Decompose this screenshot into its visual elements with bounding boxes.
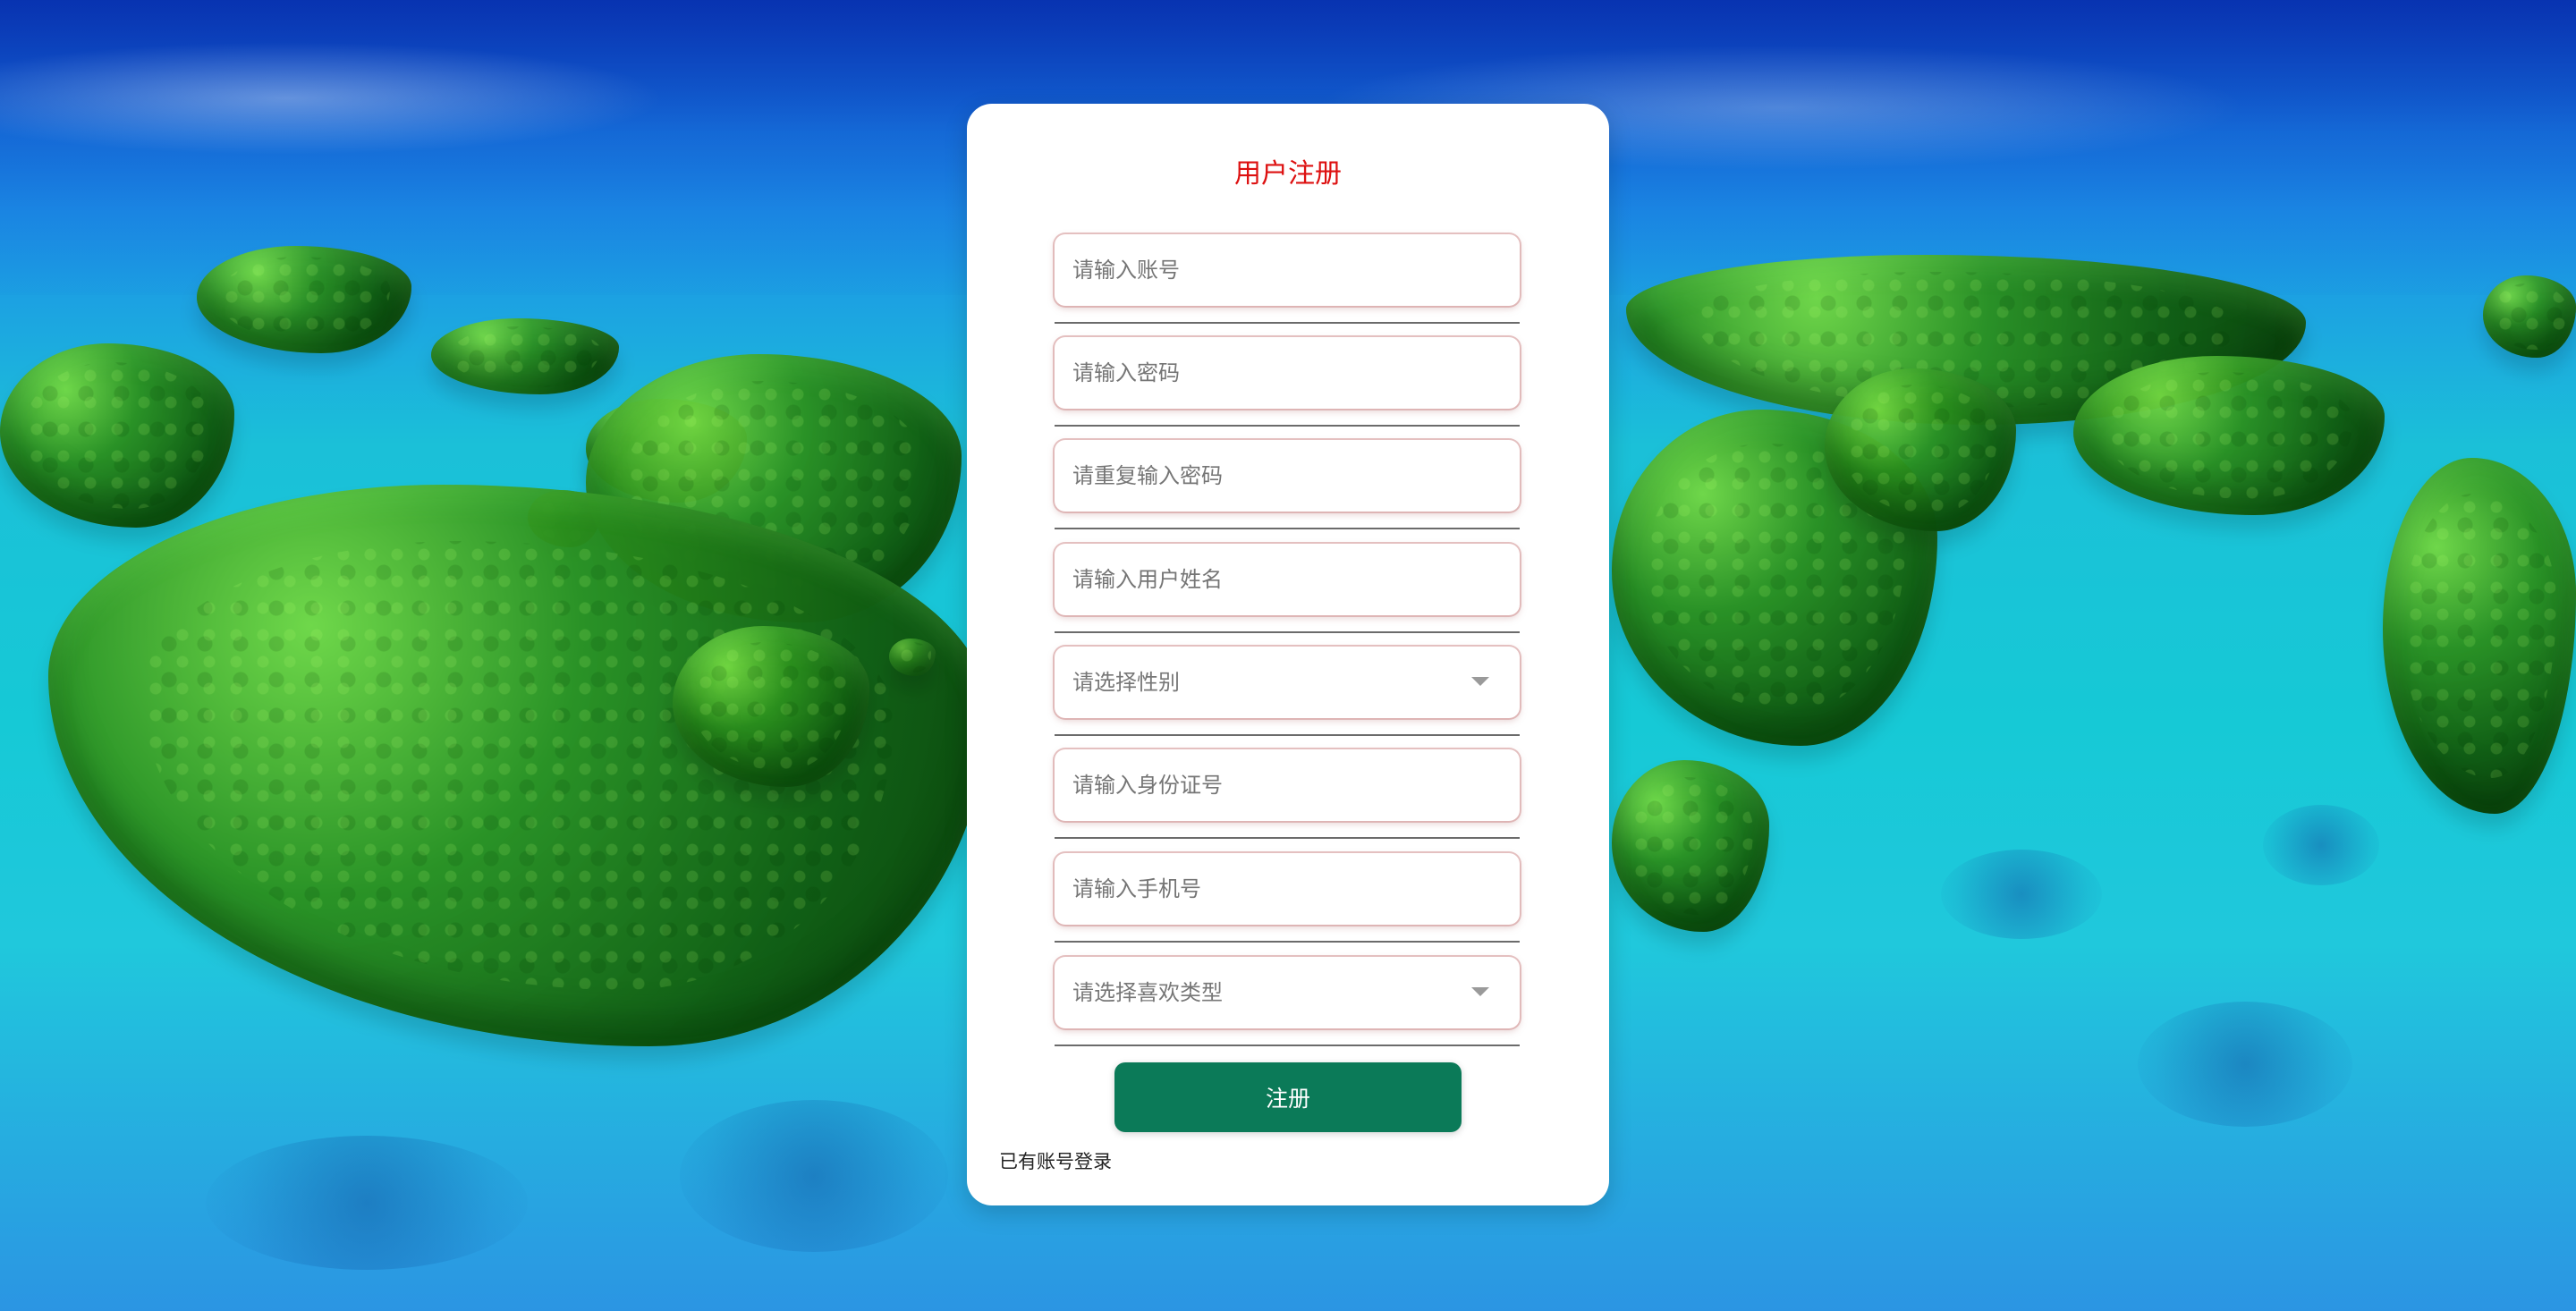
repeat-password-input[interactable]	[1055, 440, 1520, 512]
reef-1	[1941, 850, 2102, 939]
repeat-password-field-wrapper	[1055, 440, 1520, 529]
preference-field-wrapper: 请选择喜欢类型	[1055, 957, 1520, 1046]
password-field-wrapper	[1055, 337, 1520, 427]
password-input[interactable]	[1055, 337, 1520, 409]
user-name-input[interactable]	[1055, 544, 1520, 615]
right-island-lower	[1612, 760, 1769, 932]
reef-3	[2263, 805, 2379, 885]
left-island-mid	[0, 343, 234, 528]
left-island-large	[48, 485, 987, 1046]
reef-4	[206, 1136, 528, 1270]
left-island-small	[431, 318, 619, 394]
registration-page: 用户注册 请选择性别 请选择喜欢类型	[0, 0, 2576, 1311]
phone-input[interactable]	[1055, 853, 1520, 925]
right-island-right-top	[2483, 275, 2576, 358]
right-island-farright	[2383, 458, 2576, 814]
reef-2	[2138, 1002, 2352, 1127]
login-link[interactable]: 已有账号登录	[999, 1149, 1112, 1174]
gender-select[interactable]: 请选择性别	[1055, 647, 1520, 718]
left-island-top	[197, 246, 411, 353]
page-title: 用户注册	[1234, 158, 1342, 190]
name-field-wrapper	[1055, 544, 1520, 633]
id-card-input[interactable]	[1055, 749, 1520, 821]
preference-select[interactable]: 请选择喜欢类型	[1055, 957, 1520, 1028]
right-island-east	[2073, 356, 2385, 515]
register-card: 用户注册 请选择性别 请选择喜欢类型	[967, 104, 1609, 1205]
id-card-field-wrapper	[1055, 749, 1520, 839]
phone-field-wrapper	[1055, 853, 1520, 943]
register-button[interactable]: 注册	[1114, 1062, 1462, 1132]
gender-field-wrapper: 请选择性别	[1055, 647, 1520, 736]
reef-5	[680, 1100, 948, 1252]
account-field-wrapper	[1055, 234, 1520, 324]
account-input[interactable]	[1055, 234, 1520, 306]
